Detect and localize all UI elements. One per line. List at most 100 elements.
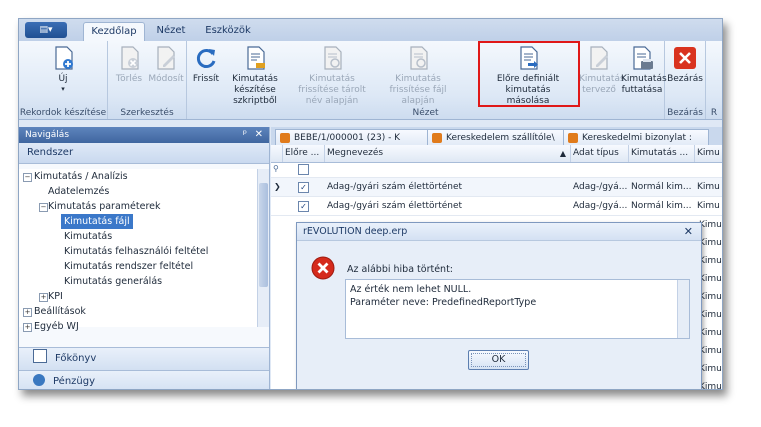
column-header[interactable]: Előre ... xyxy=(282,145,325,162)
cell-extra[interactable]: Kimu xyxy=(694,178,722,196)
tab-kezdolap[interactable]: Kezdőlap xyxy=(83,22,145,42)
cell-type[interactable]: Adag-/gyá... xyxy=(570,178,628,196)
table-row[interactable]: ✓ Adag-/gyári szám élettörténet Adag-/gy… xyxy=(271,197,722,216)
details-scrollbar[interactable] xyxy=(677,280,689,338)
highlight-frame xyxy=(478,41,580,107)
refresh-stored-report-button[interactable]: Kimutatás frissítése tárolt név alapján xyxy=(289,45,375,107)
new-document-icon xyxy=(55,46,73,70)
nav-tree-scrollbar[interactable] xyxy=(257,169,269,327)
tree-item-kimutatas-rendszer-feltetel[interactable]: Kimutatás rendszer feltétel xyxy=(64,259,193,274)
document-icon xyxy=(280,133,290,143)
error-icon xyxy=(311,256,335,280)
row-checkbox[interactable]: ✓ xyxy=(298,182,309,193)
group-extra: R xyxy=(706,41,722,119)
run-report-button[interactable]: Kimutatás futtatása xyxy=(621,45,667,96)
tree-item-beallitasok[interactable]: Beállítások xyxy=(34,304,86,319)
tree-toggle[interactable]: + xyxy=(23,323,32,332)
application-menu-button[interactable]: ▤▾ xyxy=(25,22,67,38)
cell-kind[interactable]: Normál kim... xyxy=(628,197,694,215)
tab-eszkozok[interactable]: Eszközök xyxy=(199,22,257,41)
filter-checkbox[interactable] xyxy=(298,164,309,175)
navigation-header: Navigálás ᵖ ✕ xyxy=(19,127,269,143)
navigation-title: Navigálás xyxy=(25,130,70,140)
group-bezaras: Bezárás Bezárás xyxy=(665,41,706,119)
close-icon[interactable]: ✕ xyxy=(255,127,263,143)
group-szerkesztes: Törlés Módosít Szerkesztés xyxy=(108,41,187,119)
cell-kind[interactable]: Normál kim... xyxy=(628,178,694,196)
doc-tab[interactable]: BEBE/1/000001 (23) - K xyxy=(275,129,443,146)
refresh-button[interactable]: Frissít xyxy=(191,45,221,85)
filter-row: ⚲ xyxy=(271,163,722,178)
dialog-close-icon[interactable]: ✕ xyxy=(684,223,693,240)
tree-item-kimutatas-parameterek[interactable]: Kimutatás paraméterek xyxy=(48,199,161,214)
tree-item-kimutatas-generalas[interactable]: Kimutatás generálás xyxy=(64,274,162,289)
app-window: ▤▾ Kezdőlap Nézet Eszközök Új ▾ Rekordok… xyxy=(18,18,723,390)
column-header[interactable]: Adat típus xyxy=(570,145,629,162)
tree-item-kpi[interactable]: KPI xyxy=(48,289,63,304)
tree-item-kimutatas-fajl[interactable]: Kimutatás fájl xyxy=(61,214,133,229)
focus-rect xyxy=(471,353,526,367)
current-row-indicator-icon: ❯ xyxy=(274,182,281,191)
close-red-icon xyxy=(674,47,696,69)
ribbon: Új ▾ Rekordok készítése Törlés Módosít S… xyxy=(19,41,722,120)
document-icon xyxy=(568,133,578,143)
group-label-szerkesztes: Szerkesztés xyxy=(120,108,174,118)
group-rekordok: Új ▾ Rekordok készítése xyxy=(19,41,108,119)
group-label-bezaras: Bezárás xyxy=(667,108,703,118)
tree-toggle[interactable]: + xyxy=(23,308,32,317)
navigation-panel: Navigálás ᵖ ✕ Rendszer − Kimutatás / Ana… xyxy=(19,127,270,389)
doc-tab[interactable]: Kereskedelmi bizonylat : xyxy=(563,129,709,146)
dialog-title-bar[interactable]: rEVOLUTION deep.erp ✕ xyxy=(297,223,701,241)
column-header[interactable]: Kimutatás ... xyxy=(628,145,695,162)
tree-item-kimutatas-felhasznaloi-feltetel[interactable]: Kimutatás felhasználói feltétel xyxy=(64,244,208,259)
nav-tree: − Kimutatás / Analízis Adatelemzés − Kim… xyxy=(19,169,257,332)
close-button[interactable]: Bezárás xyxy=(667,45,703,85)
column-header[interactable]: Megnevezés ▲ xyxy=(324,145,571,162)
tree-toggle[interactable]: + xyxy=(39,293,48,302)
error-detail-line: Az érték nem lehet NULL. xyxy=(350,284,472,295)
tree-item-egyeb-wj[interactable]: Egyéb WJ xyxy=(34,319,79,334)
tree-item-kimutatas-analizis[interactable]: Kimutatás / Analízis xyxy=(34,169,128,184)
table-row[interactable]: ❯ ✓ Adag-/gyári szám élettörténet Adag-/… xyxy=(271,178,722,197)
cell-name[interactable]: Adag-/gyári szám élettörténet xyxy=(324,197,570,215)
tree-item-kimutatas[interactable]: Kimutatás xyxy=(64,229,112,244)
new-button[interactable]: Új ▾ xyxy=(43,45,83,93)
group-label-rekordok: Rekordok készítése xyxy=(19,108,107,118)
delete-button[interactable]: Törlés xyxy=(112,45,146,85)
error-details-box[interactable]: Az érték nem lehet NULL. Paraméter neve:… xyxy=(345,279,690,339)
row-checkbox[interactable]: ✓ xyxy=(298,201,309,212)
filter-icon[interactable]: ⚲ xyxy=(273,164,279,173)
scrollbar-thumb[interactable] xyxy=(259,183,268,287)
script-report-icon xyxy=(247,46,265,70)
pin-icon[interactable]: ᵖ xyxy=(243,127,247,143)
tree-toggle[interactable]: − xyxy=(39,203,48,212)
refresh-file-report-button[interactable]: Kimutatás frissítése fájl alapján xyxy=(377,45,459,107)
ribbon-tab-strip: ▤▾ Kezdőlap Nézet Eszközök xyxy=(19,19,722,42)
tree-toggle[interactable]: − xyxy=(23,173,32,182)
cell-name[interactable]: Adag-/gyári szám élettörténet xyxy=(324,178,570,196)
sort-ascending-icon: ▲ xyxy=(559,149,566,158)
edit-button[interactable]: Módosít xyxy=(148,45,184,85)
cell-extra[interactable]: Kimu xyxy=(694,197,722,215)
delete-document-icon xyxy=(121,46,139,70)
nav-section-rendszer[interactable]: Rendszer xyxy=(19,143,269,164)
ok-button[interactable]: OK xyxy=(468,350,529,370)
column-header[interactable]: Kimu xyxy=(694,145,722,162)
cell-type[interactable]: Adag-/gyá... xyxy=(570,197,628,215)
report-designer-icon xyxy=(590,46,608,70)
run-report-icon xyxy=(633,46,653,70)
tree-item-adatelemzes[interactable]: Adatelemzés xyxy=(48,184,109,199)
refresh-icon xyxy=(196,49,216,68)
tab-nezet[interactable]: Nézet xyxy=(149,22,193,41)
refresh-file-report-icon xyxy=(410,46,428,70)
nav-button-penzugy[interactable]: Pénzügy xyxy=(19,370,269,389)
error-dialog: rEVOLUTION deep.erp ✕ Az alábbi hiba tör… xyxy=(296,222,702,389)
doc-tab[interactable]: Kereskedelem szállítóle\ xyxy=(427,129,579,146)
report-designer-button[interactable]: Kimutatás tervező xyxy=(579,45,625,96)
script-report-button[interactable]: Kimutatás készítése szkriptből xyxy=(223,45,287,107)
document-icon xyxy=(432,133,442,143)
nav-button-fokonyv[interactable]: Főkönyv xyxy=(19,347,269,370)
ledger-icon xyxy=(33,349,47,363)
grid-header: Előre ... Megnevezés ▲ Adat típus Kimuta… xyxy=(271,145,722,163)
dialog-title: rEVOLUTION deep.erp xyxy=(303,226,408,237)
